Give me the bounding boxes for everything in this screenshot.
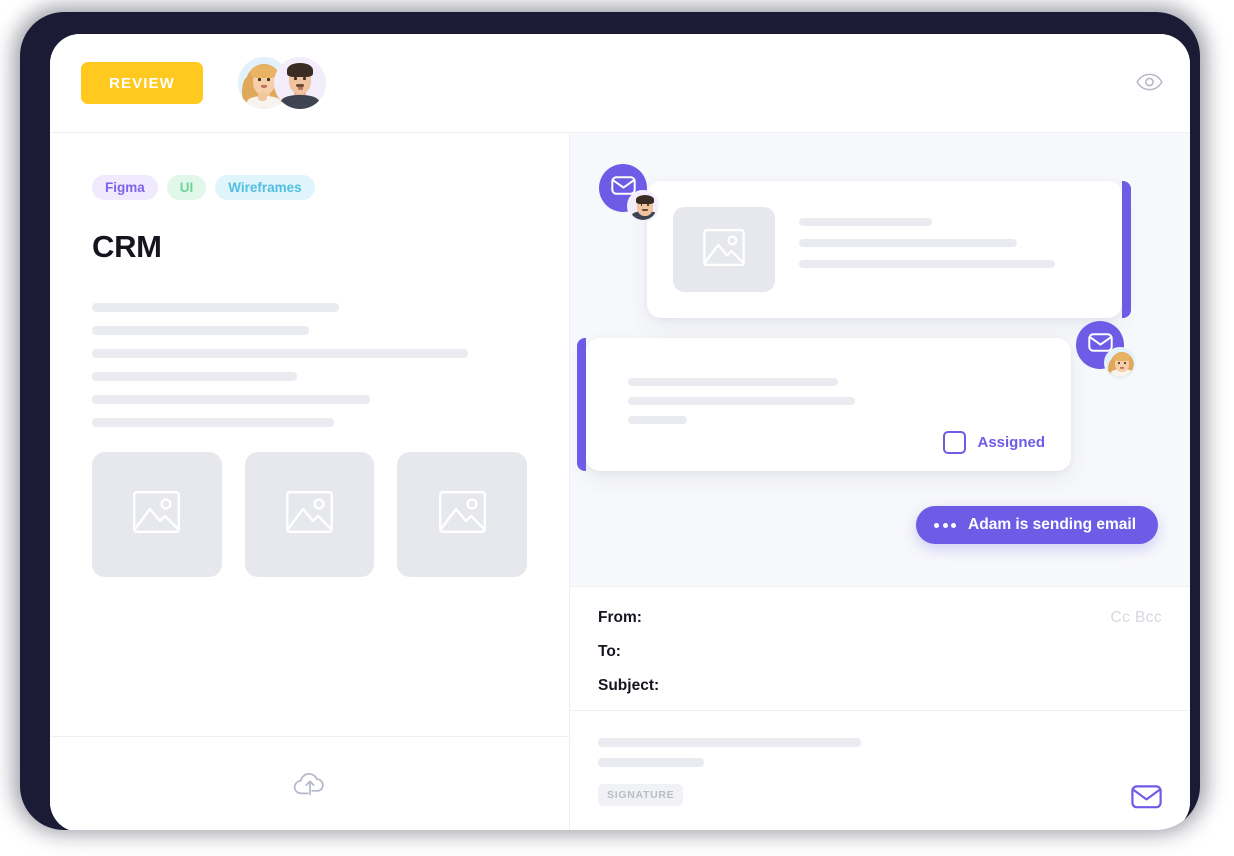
signature-badge[interactable]: SIGNATURE — [598, 784, 684, 806]
image-placeholder-1[interactable] — [92, 452, 222, 577]
mail-badge-incoming[interactable] — [599, 164, 659, 222]
email-compose-panel: From: To: Subject: Cc Bcc SIGNATURE — [570, 586, 1190, 830]
card-image-placeholder — [673, 207, 775, 292]
to-field-label[interactable]: To: — [598, 643, 1162, 661]
skeleton-line — [799, 218, 932, 226]
compose-field-list: From: To: Subject: Cc Bcc — [570, 587, 1190, 703]
assigned-checkbox[interactable] — [943, 431, 967, 454]
mail-badge-assigned[interactable] — [1076, 321, 1136, 379]
skeleton-line — [628, 416, 687, 424]
image-icon — [286, 491, 333, 538]
subject-field-label[interactable]: Subject: — [598, 677, 1162, 695]
screenshot-root: REVIEW Figma UI Wireframes CRM Assigned … — [0, 0, 1234, 856]
skeleton-line — [92, 303, 339, 312]
thumbnail-row — [92, 452, 528, 577]
main-body: Figma UI Wireframes CRM Assigned Adam is… — [50, 133, 1190, 830]
envelope-icon — [1130, 784, 1162, 812]
chat-area: Assigned Adam is sending email — [570, 133, 1190, 586]
image-icon — [703, 228, 745, 271]
avatar-male[interactable] — [274, 57, 326, 109]
skeleton-line — [628, 378, 838, 386]
right-panel: Assigned Adam is sending email From: To:… — [570, 133, 1190, 830]
from-field-label[interactable]: From: — [598, 609, 1162, 627]
send-email-button[interactable] — [1126, 778, 1166, 818]
preview-eye-button[interactable] — [1131, 65, 1167, 101]
status-pill-label: Adam is sending email — [968, 516, 1136, 533]
left-panel-content: Figma UI Wireframes CRM — [50, 133, 569, 736]
avatar-male-small — [627, 190, 659, 222]
skeleton-line — [799, 239, 1017, 247]
tag-row: Figma UI Wireframes — [92, 175, 527, 200]
tag-ui[interactable]: UI — [166, 175, 207, 200]
left-panel: Figma UI Wireframes CRM — [50, 133, 570, 830]
skeleton-line — [628, 397, 855, 405]
skeleton-line — [92, 349, 468, 358]
card-accent-bar — [577, 338, 586, 471]
top-bar: REVIEW — [50, 34, 1190, 133]
cc-bcc-toggle[interactable]: Cc Bcc — [1111, 609, 1163, 627]
assigned-checkbox-row[interactable]: Assigned — [943, 431, 1045, 454]
review-button[interactable]: REVIEW — [81, 62, 203, 104]
left-panel-footer — [50, 736, 569, 830]
assigned-label: Assigned — [977, 434, 1045, 451]
message-card-assigned[interactable]: Assigned — [577, 338, 1071, 471]
upload-button[interactable] — [286, 761, 334, 809]
skeleton-line — [92, 395, 370, 404]
status-pill-sending-email[interactable]: Adam is sending email — [916, 506, 1158, 544]
typing-dots-icon — [934, 522, 957, 528]
skeleton-line — [92, 326, 309, 335]
image-icon — [133, 491, 181, 538]
device-screen: REVIEW Figma UI Wireframes CRM Assigned … — [50, 34, 1190, 830]
tag-figma[interactable]: Figma — [92, 175, 158, 200]
device-frame: REVIEW Figma UI Wireframes CRM Assigned … — [20, 12, 1200, 830]
skeleton-line — [598, 758, 704, 767]
image-placeholder-3[interactable] — [397, 452, 528, 577]
skeleton-line — [598, 738, 861, 747]
skeleton-line — [799, 260, 1055, 268]
tag-wireframes[interactable]: Wireframes — [215, 175, 315, 200]
avatar-group — [238, 57, 326, 109]
skeleton-line — [92, 418, 334, 427]
image-icon — [438, 491, 486, 538]
compose-body[interactable]: SIGNATURE — [570, 711, 1190, 830]
page-title: CRM — [92, 229, 162, 264]
eye-icon — [1135, 73, 1163, 94]
image-placeholder-2[interactable] — [244, 452, 375, 577]
description-skeleton — [92, 303, 527, 427]
cloud-upload-icon — [292, 769, 328, 800]
message-card-incoming[interactable] — [647, 181, 1131, 318]
card-accent-bar — [1122, 181, 1131, 318]
card-skeleton-lines — [799, 207, 1096, 318]
avatar-female-small — [1104, 347, 1136, 379]
skeleton-line — [92, 372, 297, 381]
